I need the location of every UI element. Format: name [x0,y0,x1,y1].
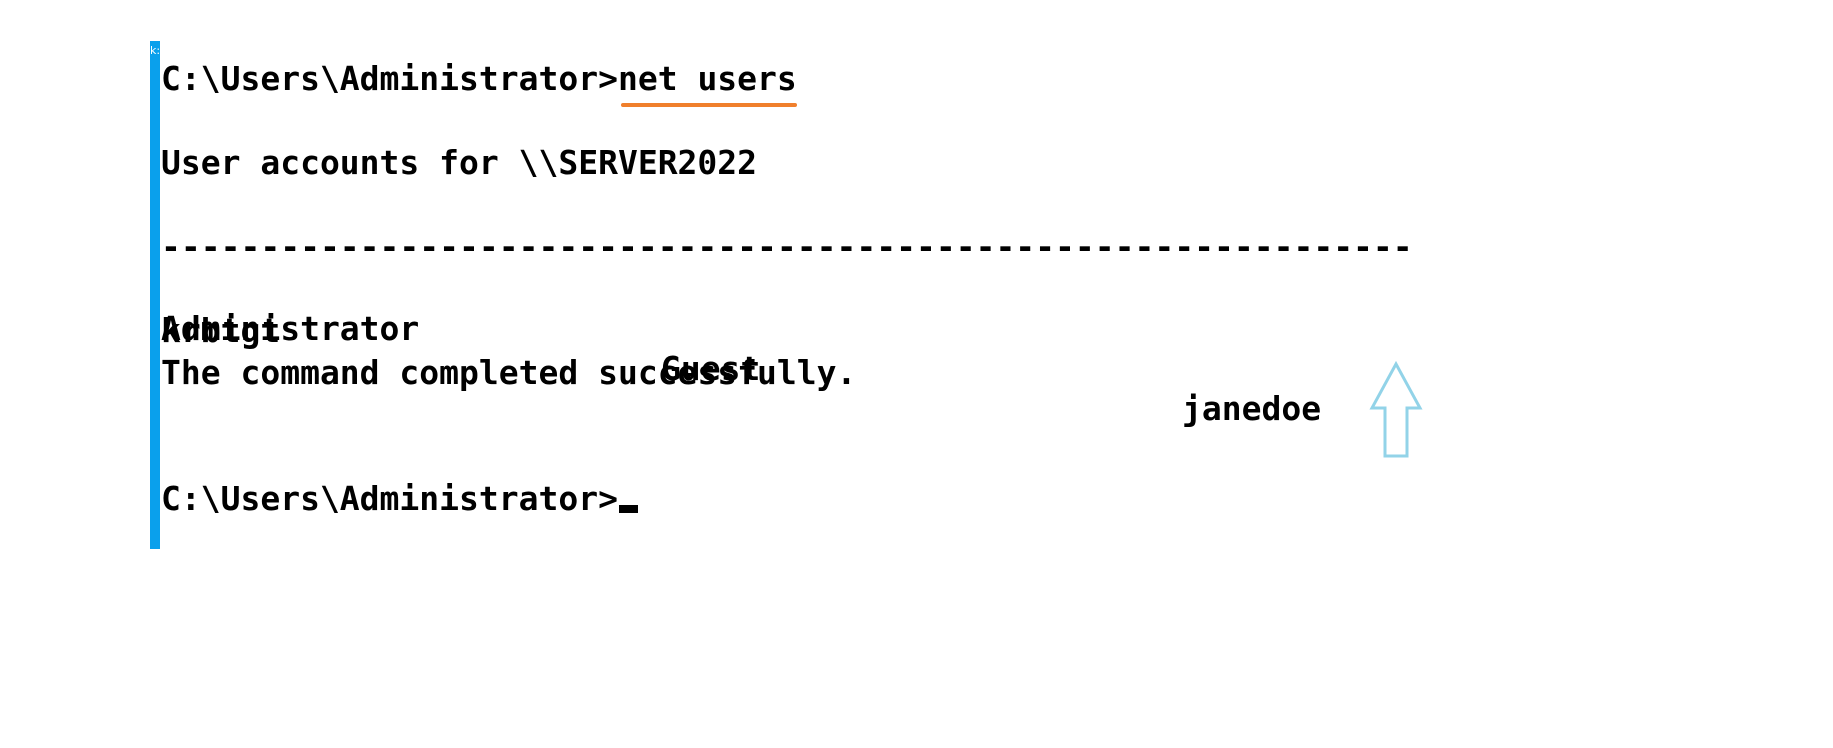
command-highlight-underline [620,103,797,107]
command-text: net users [618,59,797,107]
prompt-1: C:\Users\Administrator> [161,59,618,98]
user-janedoe: janedoe [1182,389,1322,428]
up-arrow-icon [1369,361,1423,458]
window-edge-bar: k: [150,41,160,549]
prompt-line-1: C:\Users\Administrator>net users [161,59,797,107]
prompt-line-2[interactable]: C:\Users\Administrator> [161,479,638,519]
accounts-header: User accounts for \\SERVER2022 [161,143,758,182]
prompt-2: C:\Users\Administrator> [161,479,618,518]
text-cursor [618,505,638,513]
user-krbtgt: krbtgt [161,311,281,350]
status-message: The command completed successfully. [161,353,857,392]
window-edge-label: k: [150,44,161,57]
separator-line: ----------------------------------------… [161,227,1411,266]
command-prompt-window[interactable]: k: C:\Users\Administrator>net users User… [150,41,1450,549]
users-row-1: Administrator Guest janedoe [161,269,1411,428]
